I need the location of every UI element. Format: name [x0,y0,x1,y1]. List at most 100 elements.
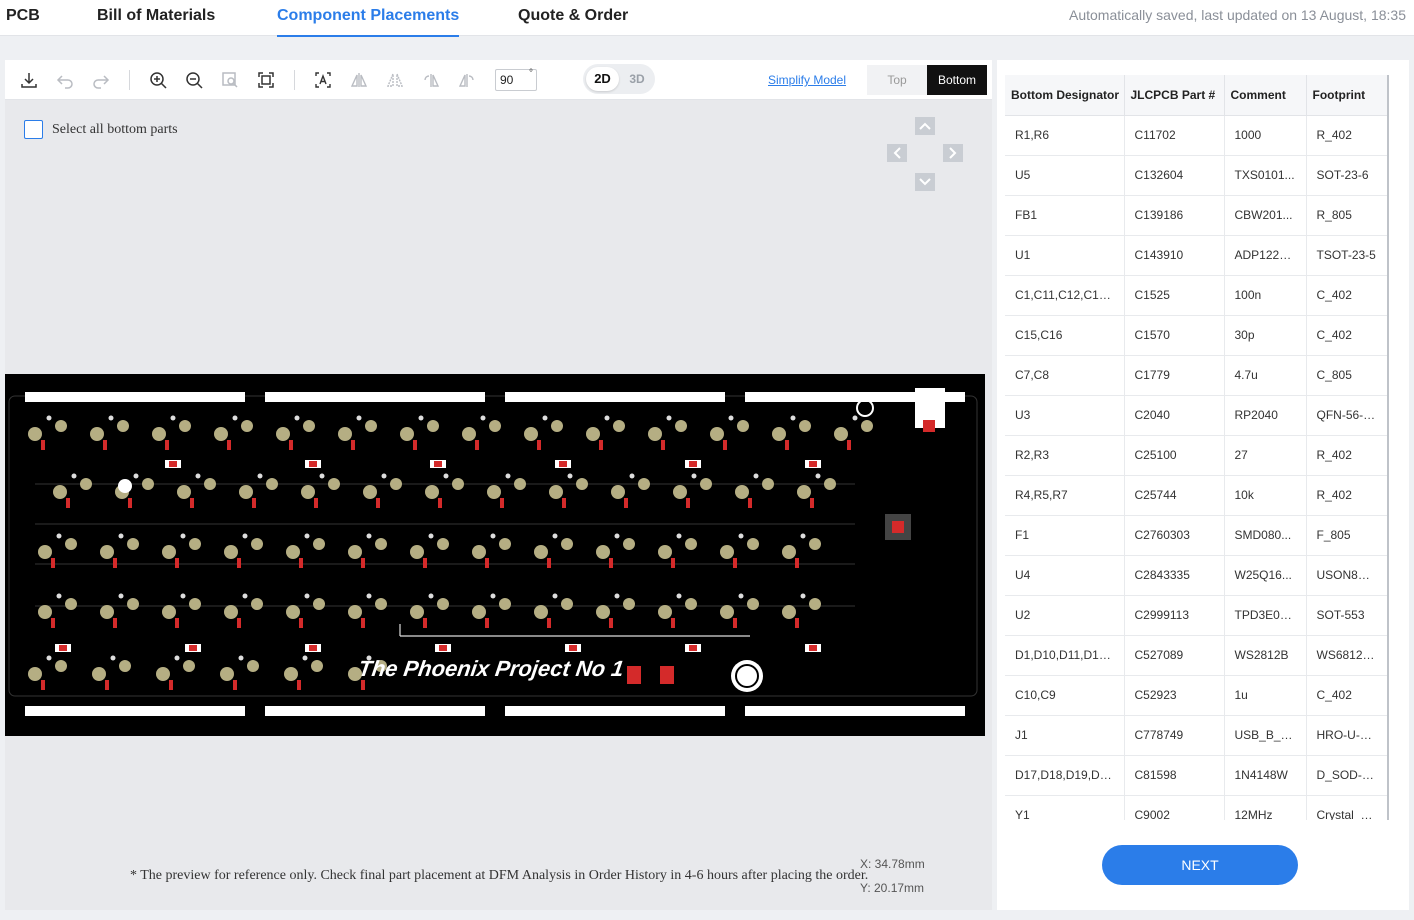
switch-pad [127,538,139,550]
via [118,533,124,539]
select-all-checkbox[interactable] [24,120,43,139]
placements-table-scroll[interactable]: Bottom Designator JLCPCB Part # Comment … [1005,75,1389,820]
via [567,473,573,479]
toolbar-divider [294,70,295,90]
diode-footprint [227,440,231,450]
zoom-out-icon[interactable] [182,68,206,92]
switch-pad [220,667,234,681]
col-bottom-designator[interactable]: Bottom Designator [1005,75,1125,116]
rotate-right-icon[interactable] [455,68,479,92]
table-row[interactable]: J1 C778749 USB_B_M... HRO-U-M... [1005,715,1387,756]
table-row[interactable]: R2,R3 C25100 27 R_402 [1005,435,1387,476]
pan-down-button[interactable] [915,173,935,191]
table-row[interactable]: R4,R5,R7 C25744 10k R_402 [1005,475,1387,516]
col-footprint[interactable]: Footprint [1306,75,1387,116]
table-row[interactable]: U4 C2843335 W25Q16... USON8_3... [1005,555,1387,596]
pan-up-button[interactable] [915,117,935,135]
diode-footprint [624,498,628,508]
diode-footprint [361,680,365,690]
table-row[interactable]: F1 C2760303 SMD080... F_805 [1005,515,1387,556]
pan-right-button[interactable] [943,144,963,162]
table-row[interactable]: D1,D10,D11,D12,... C527089 WS2812B WS6812_.… [1005,635,1387,676]
table-row[interactable]: C1,C11,C12,C13,... C1525 100n C_402 [1005,275,1387,316]
cell-part-number: C1779 [1124,355,1225,396]
via [790,415,796,421]
via [366,593,372,599]
flip-vertical-icon[interactable] [383,68,407,92]
switch-pad [92,667,106,681]
switch-pad [38,605,52,619]
col-jlcpcb-part[interactable]: JLCPCB Part # [1124,75,1225,116]
side-top-button[interactable]: Top [867,65,927,95]
cell-footprint: C_402 [1306,315,1387,356]
via [815,473,821,479]
zoom-in-icon[interactable] [146,68,170,92]
cell-footprint: R_402 [1306,435,1387,476]
diode-footprint [723,440,727,450]
table-row[interactable]: Y1 C9002 12MHz Crystal_S... [1005,795,1387,820]
tab-pcb[interactable]: PCB [6,7,40,25]
tab-component-placements[interactable]: Component Placements [277,7,460,37]
table-row[interactable]: U3 C2040 RP2040 QFN-56-R... [1005,395,1387,436]
cell-designator: C10,C9 [1005,675,1125,716]
col-comment[interactable]: Comment [1224,75,1307,116]
table-row[interactable]: U5 C132604 TXS0101... SOT-23-6 [1005,155,1387,196]
cell-comment: 1000 [1224,115,1307,156]
flip-horizontal-icon[interactable] [347,68,371,92]
cell-part-number: C139186 [1124,195,1225,236]
autosave-status: Automatically saved, last updated on 13 … [1068,7,1406,23]
table-row[interactable]: U2 C2999113 TPD3E00... SOT-553 [1005,595,1387,636]
side-bottom-button[interactable]: Bottom [927,65,987,95]
switch-pad [28,427,42,441]
fit-view-icon[interactable] [254,68,278,92]
led-body [309,645,317,651]
diode-footprint [547,558,551,568]
table-row[interactable]: C15,C16 C1570 30p C_402 [1005,315,1387,356]
undo-icon[interactable] [53,68,77,92]
via [666,415,672,421]
table-row[interactable]: FB1 C139186 CBW201... R_805 [1005,195,1387,236]
text-label-icon[interactable] [311,68,335,92]
rotate-left-icon[interactable] [419,68,443,92]
diode-footprint [537,440,541,450]
simplify-model-link[interactable]: Simplify Model [768,73,846,87]
switch-pad [303,420,315,432]
cell-part-number: C52923 [1124,675,1225,716]
pcb-bottom-view[interactable]: The Phoenix Project No 1 [5,374,985,736]
tab-quote-order[interactable]: Quote & Order [518,7,628,25]
redo-icon[interactable] [89,68,113,92]
cell-designator: C1,C11,C12,C13,... [1005,275,1125,316]
switch-pad [119,660,131,672]
next-button[interactable]: NEXT [1102,845,1298,885]
switch-pad [658,605,672,619]
download-icon[interactable] [17,68,41,92]
select-all-bottom[interactable]: Select all bottom parts [24,120,178,139]
diode-footprint [169,680,173,690]
table-row[interactable]: U1 C143910 ADP122A... TSOT-23-5 [1005,235,1387,276]
via [366,533,372,539]
view-3d-button[interactable]: 3D [623,67,651,91]
cursor-x-coordinate: X: 34.78mm [860,857,925,871]
tab-bill-of-materials[interactable]: Bill of Materials [97,7,215,25]
table-row[interactable]: R1,R6 C11702 1000 R_402 [1005,115,1387,156]
diode-footprint [671,618,675,628]
diode-footprint [795,618,799,628]
via [133,473,139,479]
diode-footprint [175,618,179,628]
cell-footprint: R_805 [1306,195,1387,236]
table-row[interactable]: C10,C9 C52923 1u C_402 [1005,675,1387,716]
diode-footprint [376,498,380,508]
pan-left-button[interactable] [887,144,907,162]
table-row[interactable]: C7,C8 C1779 4.7u C_805 [1005,355,1387,396]
switch-pad [623,598,635,610]
select-all-label: Select all bottom parts [52,121,178,137]
cell-footprint: C_402 [1306,675,1387,716]
cell-part-number: C778749 [1124,715,1225,756]
cell-part-number: C1525 [1124,275,1225,316]
via [418,415,424,421]
table-row[interactable]: D17,D18,D19,D2... C81598 1N4148W D_SOD-1... [1005,755,1387,796]
zoom-area-icon[interactable] [218,68,242,92]
via [242,593,248,599]
diode-footprint [609,618,613,628]
view-2d-button[interactable]: 2D [586,67,619,91]
